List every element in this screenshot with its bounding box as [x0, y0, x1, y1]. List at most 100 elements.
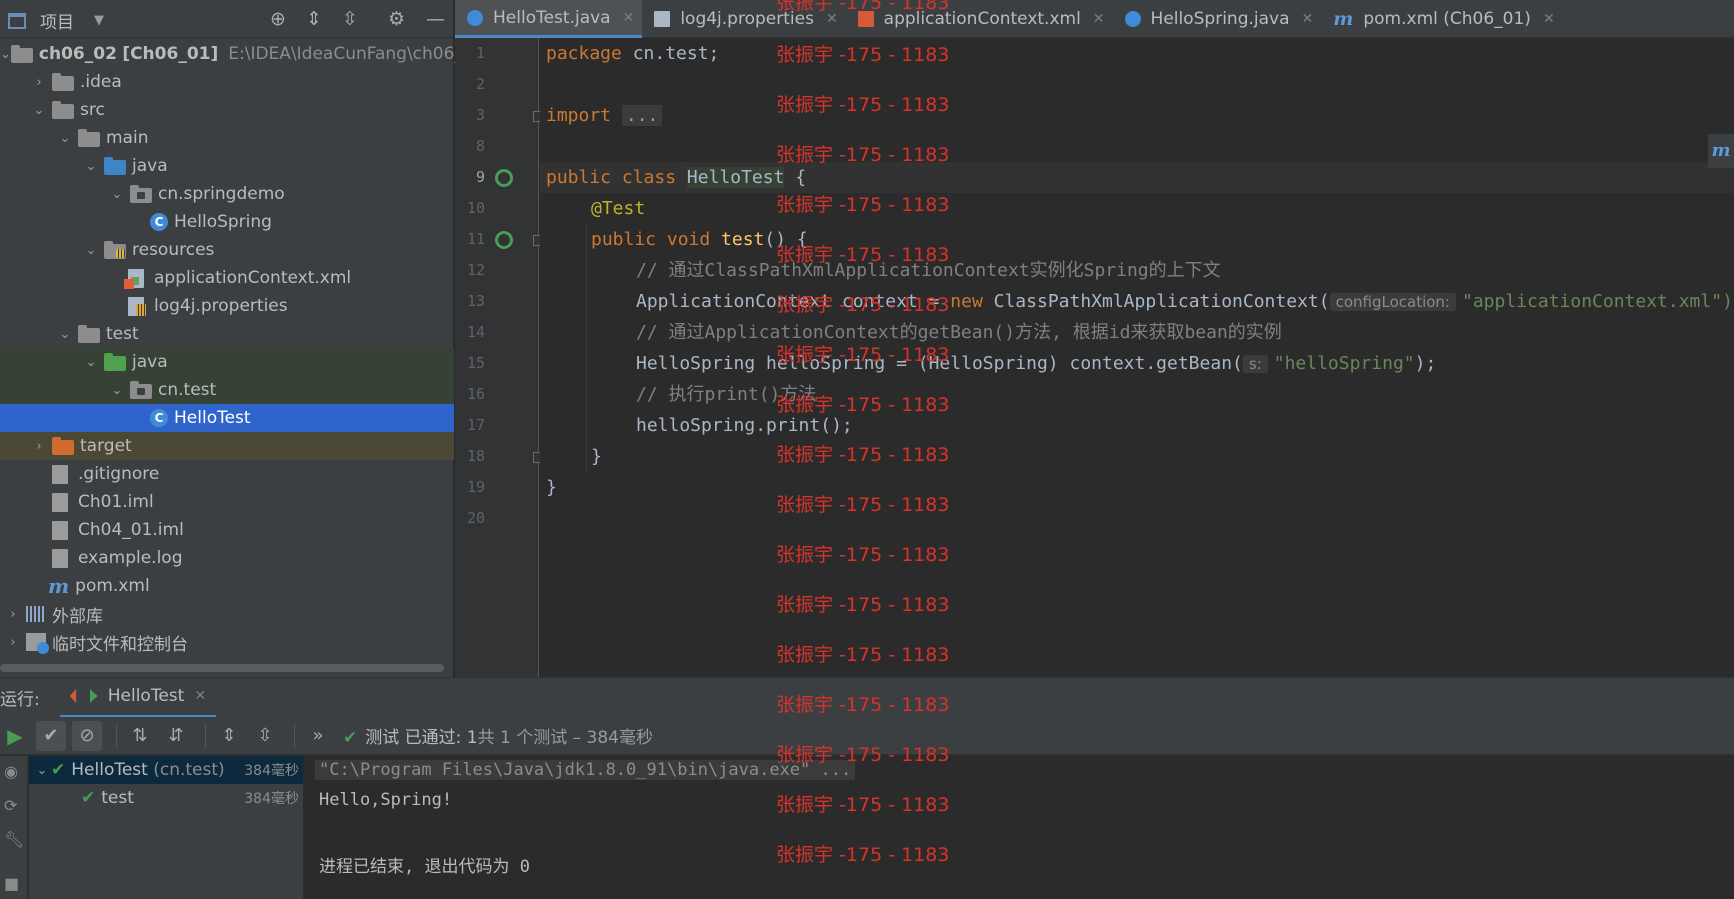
tree-item-log4j-properties[interactable]: log4j.properties — [0, 292, 454, 320]
tab-hellospring-java[interactable]: HelloSpring.java ✕ — [1113, 0, 1322, 38]
tree-item-hellotest[interactable]: C HelloTest — [0, 404, 454, 432]
line-number: 11 — [466, 230, 485, 248]
chevron-right-icon[interactable]: › — [0, 607, 26, 622]
import-tests-icon[interactable]: ⟳ — [4, 796, 17, 815]
tree-item-scratches[interactable]: › 临时文件和控制台 — [0, 628, 454, 656]
line-number: 13 — [466, 292, 485, 310]
tab-pom-xml[interactable]: m pom.xml (Ch06_01) ✕ — [1321, 0, 1562, 38]
chevron-right-icon[interactable]: › — [0, 635, 26, 650]
close-icon[interactable]: ✕ — [194, 688, 206, 704]
chevron-down-icon[interactable]: ⌄ — [78, 243, 104, 258]
maven-reload-icon[interactable]: m — [1708, 134, 1734, 168]
tree-item-main[interactable]: ⌄ main — [0, 124, 454, 152]
project-title: 项目 — [40, 13, 74, 33]
chevron-down-icon[interactable]: ⌄ — [0, 47, 11, 62]
show-passed-icon[interactable]: ✔ — [36, 720, 66, 751]
tree-item-external-libraries[interactable]: › 外部库 — [0, 600, 454, 628]
tree-item-label: src — [80, 100, 105, 120]
code-token: cn.test; — [621, 43, 720, 64]
project-view-selector[interactable]: 项目 ▼ — [8, 8, 104, 33]
watermark-text: 张振宇 -175 - 1183 — [776, 244, 950, 266]
chevron-down-icon[interactable]: ⌄ — [33, 763, 51, 778]
more-actions-icon[interactable]: » — [303, 721, 333, 751]
close-icon[interactable]: ✕ — [623, 10, 635, 26]
tree-item-label: log4j.properties — [154, 296, 288, 316]
tree-item-ch06-02[interactable]: ⌄ ch06_02 [Ch06_01] E:\IDEA\IdeaCunFang\… — [0, 40, 485, 68]
tab-hellotest-java[interactable]: HelloTest.java ✕ — [455, 0, 643, 38]
stop-icon[interactable]: ■ — [4, 874, 19, 893]
watermark-text: 张振宇 -175 - 1183 — [776, 344, 950, 366]
chevron-down-icon[interactable]: ⌄ — [104, 383, 130, 398]
code-line-9: public class HelloTest { — [540, 162, 1734, 193]
tree-item-label: resources — [132, 240, 215, 260]
tree-item-example-log[interactable]: example.log — [0, 544, 454, 572]
chevron-down-icon[interactable]: ⌄ — [52, 327, 78, 342]
test-row-class[interactable]: ⌄ ✔ HelloTest (cn.test) 384毫秒 — [29, 756, 303, 784]
locate-icon[interactable]: ⊕ — [270, 8, 286, 30]
run-test-icon[interactable] — [495, 231, 513, 249]
rerun-icon[interactable]: ▶ — [0, 721, 30, 751]
tree-item-hellospring[interactable]: C HelloSpring — [0, 208, 454, 236]
expand-all-icon[interactable]: ⇕ — [214, 721, 244, 751]
project-panel: 项目 ▼ ⊕ ⇕ ⇳ ⚙ — ⌄ ch06_02 [Ch06_01] E:\ID… — [0, 0, 485, 677]
expand-all-icon[interactable]: ⇕ — [306, 8, 322, 30]
hide-panel-icon[interactable]: — — [426, 8, 445, 30]
run-arrow-icon — [89, 689, 98, 703]
watermark-text: 张振宇 -175 - 1183 — [776, 544, 950, 566]
close-icon[interactable]: ✕ — [1543, 11, 1555, 27]
console-command-line[interactable]: "C:\Program Files\Java\jdk1.8.0_91\bin\j… — [315, 760, 856, 780]
collapse-all-icon[interactable]: ⇳ — [342, 8, 358, 30]
close-icon[interactable]: ✕ — [1093, 11, 1105, 27]
sort-duration-icon[interactable]: ⇵ — [161, 721, 191, 751]
code-token: ); — [1414, 353, 1437, 374]
tree-item-test-java[interactable]: ⌄ java — [0, 348, 454, 376]
tree-item-main-java[interactable]: ⌄ java — [0, 152, 454, 180]
tree-item-gitignore[interactable]: .gitignore — [0, 460, 454, 488]
line-number: 19 — [466, 478, 485, 496]
chevron-down-icon[interactable]: ⌄ — [52, 131, 78, 146]
folded-imports[interactable]: ... — [621, 105, 663, 126]
chevron-down-icon[interactable]: ⌄ — [104, 187, 130, 202]
tree-item-ch04-01-iml[interactable]: Ch04_01.iml — [0, 516, 454, 544]
console-output[interactable]: "C:\Program Files\Java\jdk1.8.0_91\bin\j… — [305, 756, 1734, 899]
code-token: helloSpring.print(); — [636, 415, 853, 436]
gear-icon[interactable]: ⚙ — [388, 8, 405, 30]
chevron-right-icon[interactable]: › — [26, 439, 52, 454]
editor-gutter[interactable]: 1 2 3 8 9 10 11 12 13 14 15 16 17 18 19 … — [455, 38, 544, 677]
tab-label: pom.xml (Ch06_01) — [1363, 9, 1531, 29]
sort-alpha-icon[interactable]: ⇅ — [125, 721, 155, 751]
close-icon[interactable]: ✕ — [1302, 11, 1314, 27]
tree-item-src[interactable]: ⌄ src — [0, 96, 454, 124]
run-test-icon[interactable] — [495, 169, 513, 187]
code-token: new — [950, 291, 983, 312]
tree-item-label: java — [132, 352, 168, 372]
chevron-right-icon[interactable]: › — [26, 75, 52, 90]
resources-folder-icon — [104, 240, 126, 259]
tree-item-test[interactable]: ⌄ test — [0, 320, 454, 348]
passed-icon: ✔ — [81, 788, 96, 808]
run-tab-hellotest[interactable]: HelloTest ✕ — [59, 677, 217, 718]
collapse-all-icon[interactable]: ⇳ — [250, 721, 280, 751]
tree-item-cn-springdemo[interactable]: ⌄ cn.springdemo — [0, 180, 454, 208]
test-results-tree: ⌄ ✔ HelloTest (cn.test) 384毫秒 ✔ test 384… — [29, 756, 304, 899]
wrench-icon[interactable]: 🔧︎ — [4, 830, 24, 849]
code-token: @Test — [591, 198, 646, 219]
tree-item-target[interactable]: › target — [0, 432, 454, 460]
eye-icon[interactable]: ◉ — [4, 762, 18, 781]
tree-item-ch01-iml[interactable]: Ch01.iml — [0, 488, 454, 516]
tree-item-idea[interactable]: › .idea — [0, 68, 454, 96]
tree-item-applicationcontext-xml[interactable]: applicationContext.xml — [0, 264, 454, 292]
horizontal-scrollbar[interactable] — [0, 664, 444, 672]
watermark-text: 张振宇 -175 - 1183 — [776, 194, 950, 216]
chevron-down-icon[interactable]: ⌄ — [78, 355, 104, 370]
tree-item-resources[interactable]: ⌄ resources — [0, 236, 454, 264]
test-row-method[interactable]: ✔ test 384毫秒 — [29, 784, 303, 812]
watermark-text: 张振宇 -175 - 1183 — [776, 394, 950, 416]
watermark-text: 张振宇 -175 - 1183 — [776, 744, 950, 766]
tree-item-pom-xml[interactable]: m pom.xml — [0, 572, 454, 600]
chevron-down-icon[interactable]: ⌄ — [26, 103, 52, 118]
chevron-down-icon[interactable]: ⌄ — [78, 159, 104, 174]
tree-item-cn-test[interactable]: ⌄ cn.test — [0, 376, 454, 404]
code-editor[interactable]: package cn.test; import ... public class… — [540, 38, 1734, 677]
show-ignored-icon[interactable]: ⊘ — [72, 720, 102, 751]
